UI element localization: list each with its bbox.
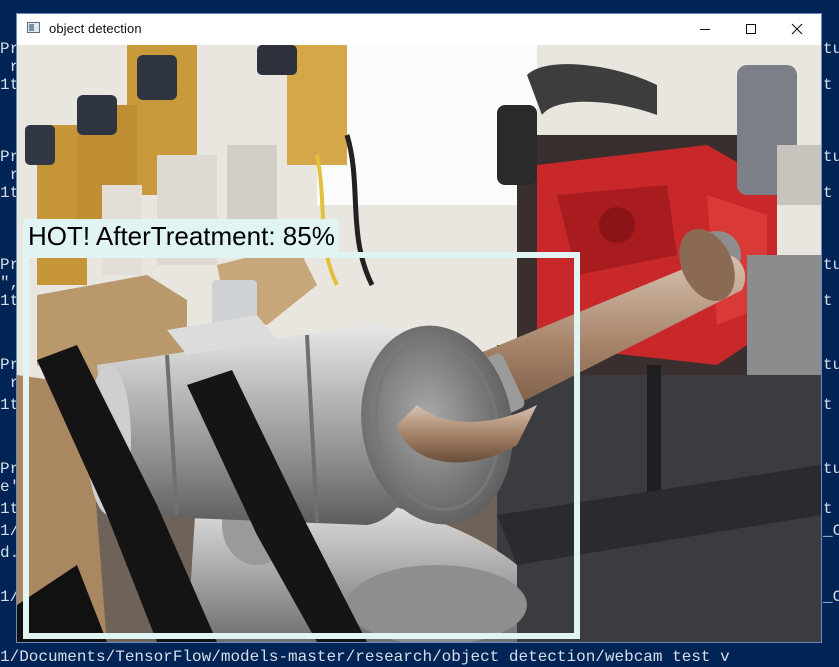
console-line: tu: [823, 40, 839, 58]
console-line: t v: [823, 184, 833, 202]
console-line: _C: [823, 588, 839, 606]
console-line: tu: [823, 148, 839, 166]
console-line: t v: [823, 500, 833, 518]
app-window-icon: [27, 22, 40, 33]
close-button[interactable]: [774, 14, 820, 44]
close-icon: [791, 23, 803, 35]
console-line: t v: [823, 396, 833, 414]
console-line: t v: [823, 76, 833, 94]
console-line: t v: [823, 292, 833, 310]
detection-label: HOT! AfterTreatment: 85%: [23, 219, 339, 252]
console-path-line: 1/Documents/TensorFlow/models-master/res…: [0, 648, 730, 666]
maximize-button[interactable]: [728, 14, 774, 44]
maximize-icon: [746, 24, 756, 34]
console-line: _C: [823, 522, 839, 540]
console-line: tu: [823, 356, 839, 374]
console-line: tu: [823, 460, 839, 478]
minimize-icon: [700, 29, 710, 30]
title-bar[interactable]: object detection: [17, 14, 821, 46]
camera-frame: HOT! AfterTreatment: 85%: [17, 45, 821, 642]
minimize-button[interactable]: [682, 14, 728, 44]
object-detection-window[interactable]: object detection HOT! AfterTreatment: 85…: [16, 13, 822, 643]
console-line: tu: [823, 256, 839, 274]
window-title: object detection: [49, 21, 142, 36]
detection-bounding-box: [23, 252, 580, 639]
